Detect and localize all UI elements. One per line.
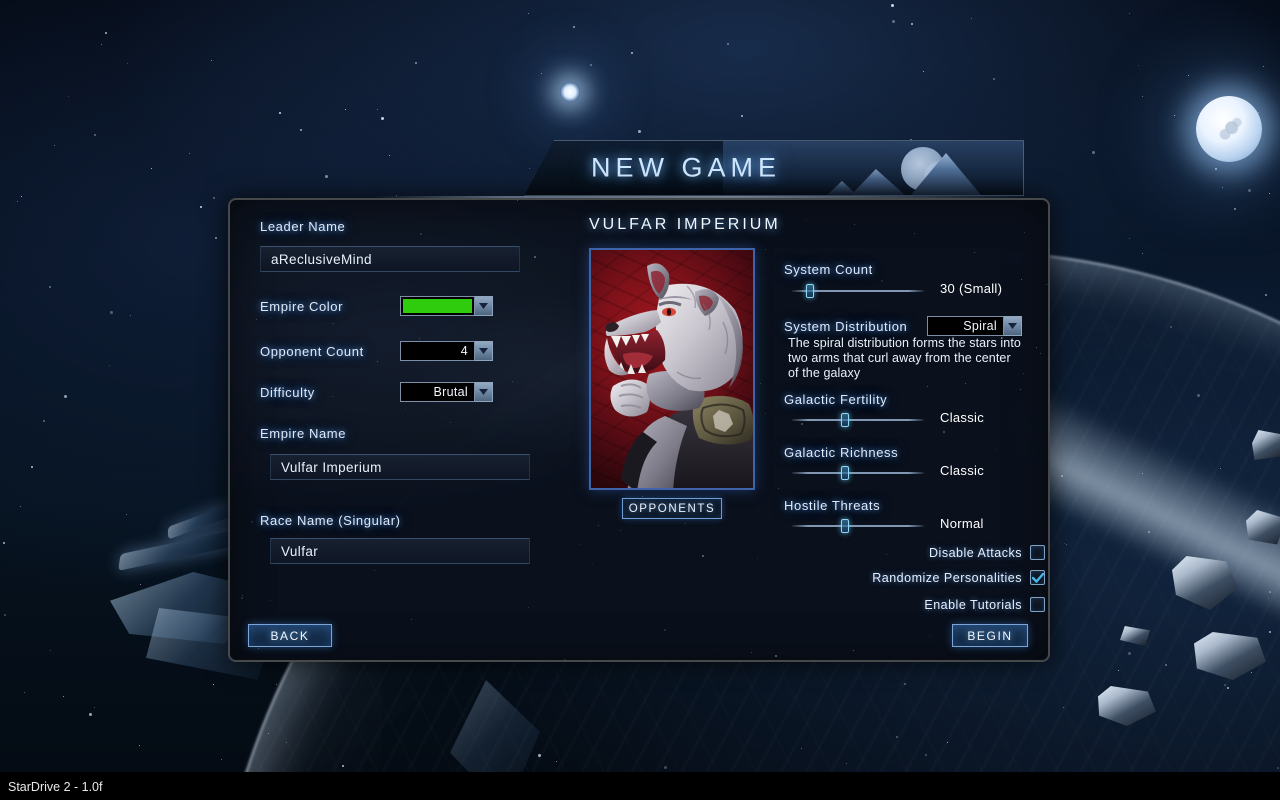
randomize-personalities-checkbox[interactable] xyxy=(1030,570,1045,585)
moon-surface-detail xyxy=(1196,96,1262,162)
begin-button-label: BEGIN xyxy=(967,628,1013,643)
enable-tutorials-checkbox[interactable] xyxy=(1030,597,1045,612)
bottom-bar xyxy=(0,772,1280,800)
system-distribution-value[interactable]: Spiral xyxy=(927,316,1004,336)
bright-star xyxy=(560,82,580,102)
slider-handle[interactable] xyxy=(840,466,849,480)
opponent-count-value[interactable]: 4 xyxy=(400,341,475,361)
system-distribution-description: The spiral distribution forms the stars … xyxy=(788,336,1021,380)
slider-handle[interactable] xyxy=(840,519,849,533)
vulfar-wolf-illustration xyxy=(604,263,753,488)
back-button[interactable]: BACK xyxy=(248,624,332,647)
opponent-count-dropdown[interactable]: 4 xyxy=(400,341,493,361)
galactic-richness-label: Galactic Richness xyxy=(784,445,899,460)
race-name-value: Vulfar xyxy=(281,543,319,559)
randomize-personalities-row[interactable]: Randomize Personalities xyxy=(842,570,1045,585)
empire-color-fill xyxy=(403,299,472,313)
slider-track[interactable] xyxy=(792,472,924,474)
page-title: NEW GAME xyxy=(591,152,782,183)
difficulty-label: Difficulty xyxy=(260,385,315,400)
chevron-down-icon[interactable] xyxy=(1004,316,1022,336)
galactic-fertility-label: Galactic Fertility xyxy=(784,392,888,407)
slider-handle[interactable] xyxy=(840,413,849,427)
empire-color-label: Empire Color xyxy=(260,299,344,314)
system-count-label: System Count xyxy=(784,262,873,277)
difficulty-dropdown[interactable]: Brutal xyxy=(400,382,493,402)
race-portrait[interactable] xyxy=(589,248,755,490)
enable-tutorials-row[interactable]: Enable Tutorials xyxy=(896,597,1045,612)
leader-name-input[interactable]: aReclusiveMind xyxy=(260,246,520,272)
empire-color-swatch[interactable] xyxy=(400,296,475,316)
hostile-threats-label: Hostile Threats xyxy=(784,498,881,513)
check-icon xyxy=(1031,572,1044,583)
disable-attacks-row[interactable]: Disable Attacks xyxy=(900,545,1045,560)
opponents-button-label: OPPONENTS xyxy=(628,502,716,515)
new-game-dialog: Leader Name aReclusiveMind Empire Color … xyxy=(228,198,1050,662)
disable-attacks-checkbox[interactable] xyxy=(1030,545,1045,560)
empire-color-dropdown[interactable] xyxy=(400,296,493,316)
slider-track[interactable] xyxy=(792,419,924,421)
system-count-value: 30 (Small) xyxy=(940,281,1003,296)
leader-name-label: Leader Name xyxy=(260,219,346,234)
race-name-input[interactable]: Vulfar xyxy=(270,538,530,564)
race-name-label: Race Name (Singular) xyxy=(260,513,401,528)
new-game-banner: NEW GAME xyxy=(524,140,1024,196)
empire-name-value: Vulfar Imperium xyxy=(281,459,382,475)
system-distribution-dropdown[interactable]: Spiral xyxy=(927,316,1022,336)
back-button-label: BACK xyxy=(270,628,310,643)
slider-handle[interactable] xyxy=(806,284,815,298)
opponent-count-label: Opponent Count xyxy=(260,344,364,359)
disable-attacks-label: Disable Attacks xyxy=(929,545,1022,560)
chevron-down-icon[interactable] xyxy=(475,341,493,361)
difficulty-value[interactable]: Brutal xyxy=(400,382,475,402)
galactic-richness-value: Classic xyxy=(940,463,984,478)
hostile-threats-value: Normal xyxy=(940,516,984,531)
game-screen: NEW GAME Leader Name aReclusiveMind Empi… xyxy=(0,0,1280,800)
empire-name-label: Empire Name xyxy=(260,426,347,441)
opponents-button[interactable]: OPPONENTS xyxy=(622,498,722,519)
chevron-down-icon[interactable] xyxy=(475,382,493,402)
empire-name-input[interactable]: Vulfar Imperium xyxy=(270,454,530,480)
enable-tutorials-label: Enable Tutorials xyxy=(924,597,1022,612)
galactic-fertility-value: Classic xyxy=(940,410,984,425)
system-distribution-label: System Distribution xyxy=(784,319,908,334)
version-text: StarDrive 2 - 1.0f xyxy=(8,780,103,794)
chevron-down-icon[interactable] xyxy=(475,296,493,316)
race-title: VULFAR IMPERIUM xyxy=(589,216,781,233)
leader-name-value: aReclusiveMind xyxy=(271,251,372,267)
begin-button[interactable]: BEGIN xyxy=(952,624,1028,647)
slider-track[interactable] xyxy=(792,525,924,527)
randomize-personalities-label: Randomize Personalities xyxy=(872,570,1022,585)
